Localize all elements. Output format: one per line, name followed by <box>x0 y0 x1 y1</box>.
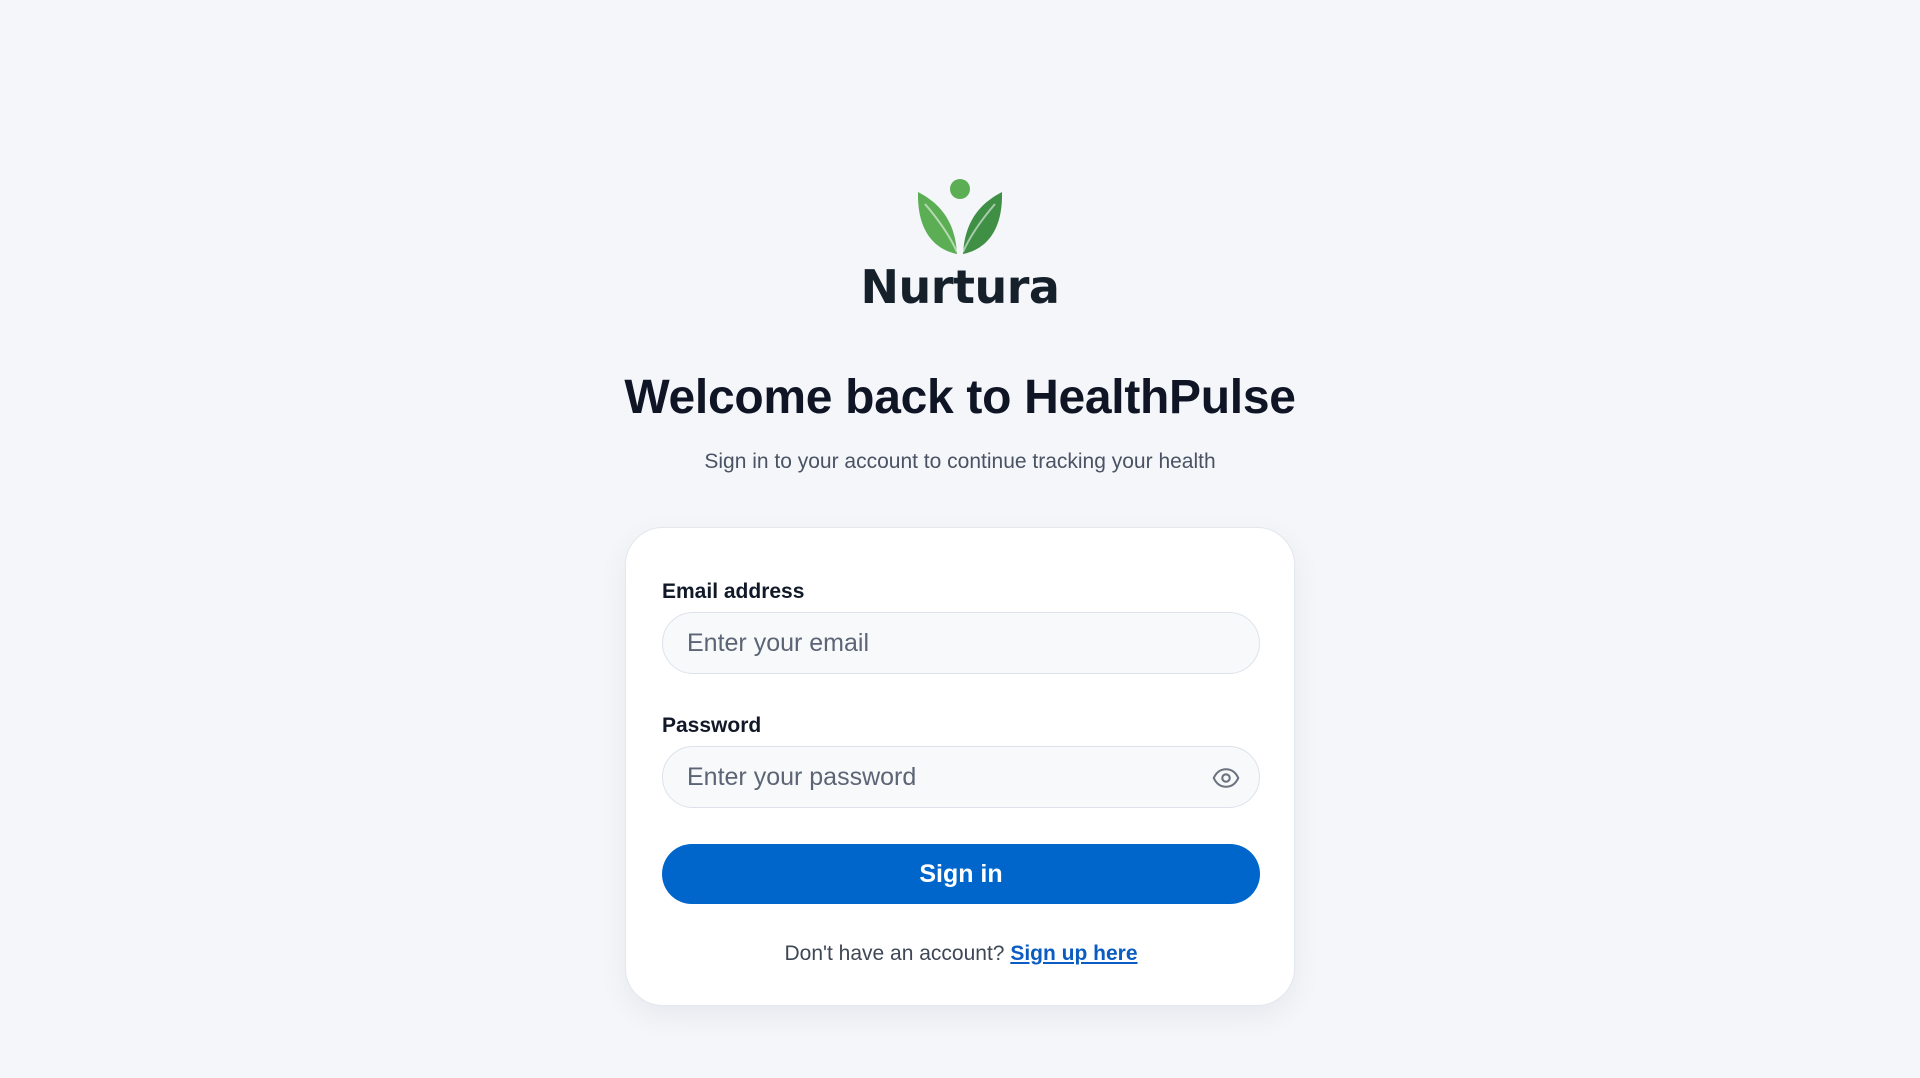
email-field-wrapper <box>662 612 1260 674</box>
eye-icon[interactable] <box>1211 763 1241 793</box>
password-input[interactable] <box>687 762 1235 792</box>
page-title: Welcome back to HealthPulse <box>624 371 1296 424</box>
signup-prompt-text: Don't have an account? <box>784 942 1011 965</box>
page-subtitle: Sign in to your account to continue trac… <box>704 450 1216 473</box>
sign-in-button[interactable]: Sign in <box>662 844 1260 904</box>
password-label: Password <box>662 714 762 737</box>
signup-prompt: Don't have an account? Sign up here <box>626 942 1296 966</box>
email-input[interactable] <box>687 628 1235 658</box>
email-label: Email address <box>662 580 805 603</box>
brand-logo: Nurtura <box>0 176 1920 314</box>
password-field-wrapper <box>662 746 1260 808</box>
leaf-logo-icon <box>917 179 1003 254</box>
login-card: Email address Password Sign in Don't hav… <box>625 527 1295 1006</box>
login-page: Nurtura Welcome back to HealthPulse Sign… <box>0 0 1920 1078</box>
brand-name: Nurtura <box>860 260 1060 314</box>
sign-up-link[interactable]: Sign up here <box>1010 942 1137 965</box>
